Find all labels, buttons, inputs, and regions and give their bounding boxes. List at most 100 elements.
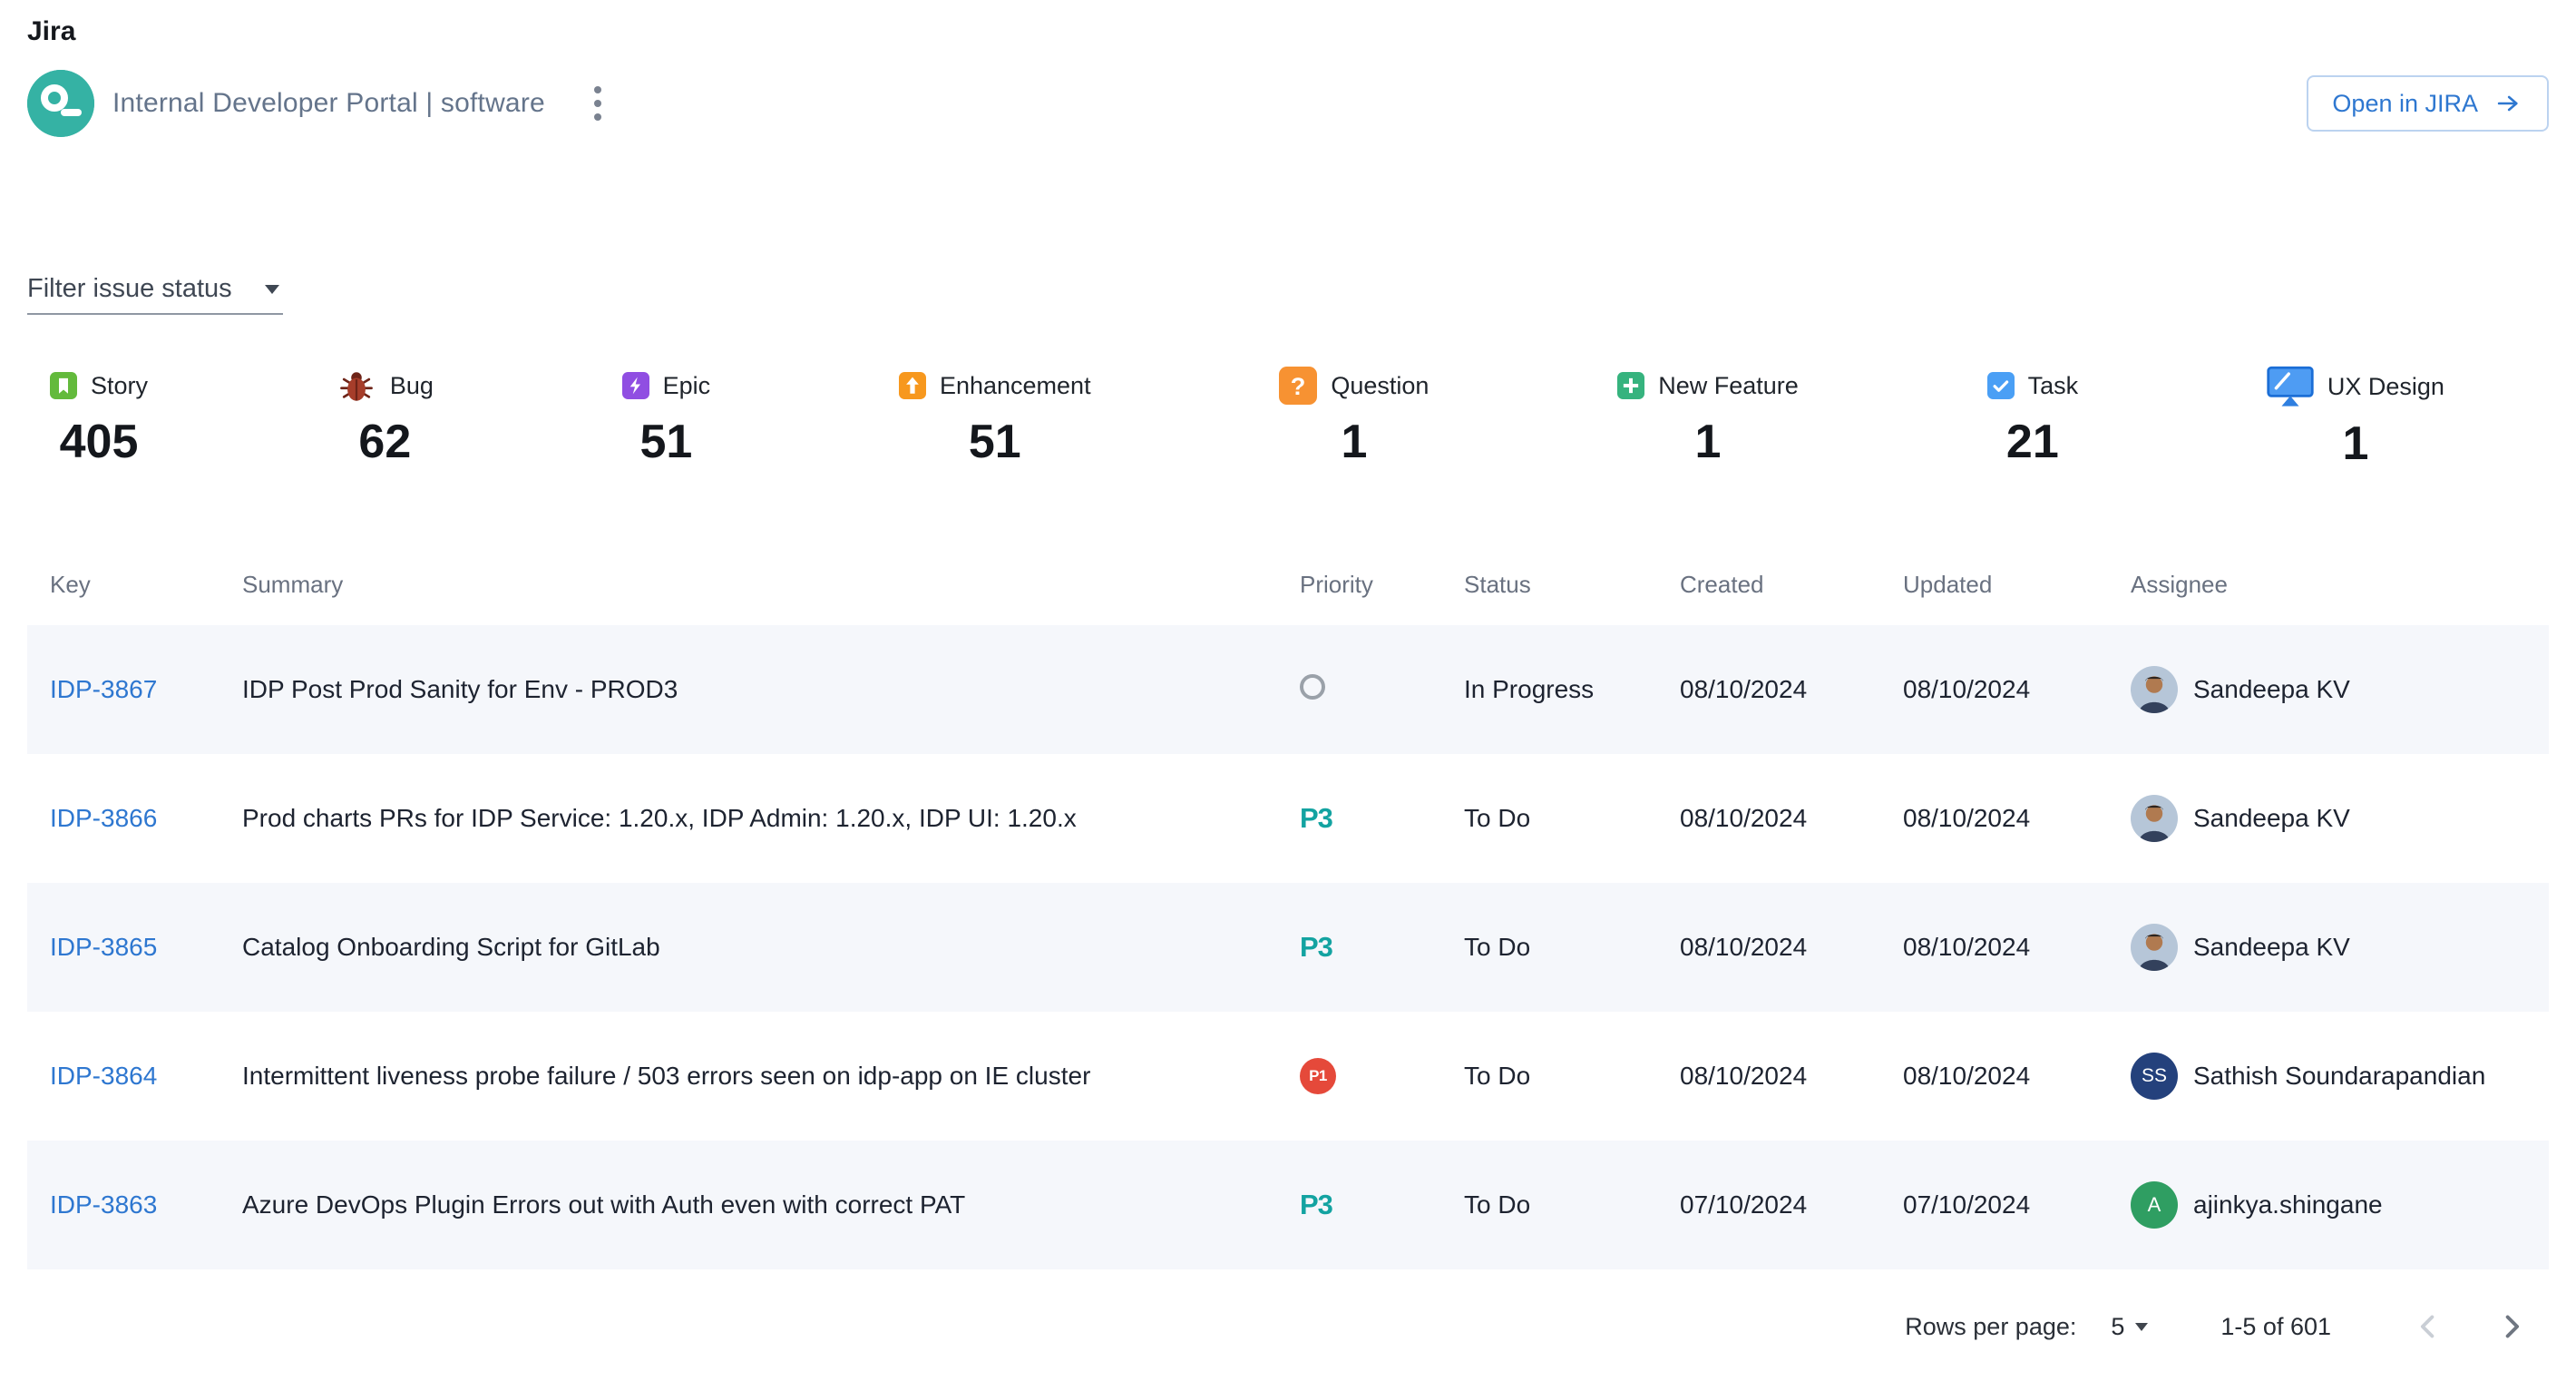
stat-count: 1	[2342, 416, 2368, 471]
issue-key-link[interactable]: IDP-3866	[50, 804, 157, 832]
priority-p3-icon: P3	[1300, 1189, 1332, 1220]
issue-key-link[interactable]: IDP-3865	[50, 933, 157, 961]
open-in-jira-button[interactable]: Open in JIRA	[2307, 75, 2549, 132]
issue-key-link[interactable]: IDP-3867	[50, 675, 157, 703]
arrow-right-icon	[2493, 91, 2523, 116]
issue-summary: Azure DevOps Plugin Errors out with Auth…	[242, 1190, 1300, 1219]
chevron-down-icon	[265, 285, 279, 294]
assignee-cell: Sandeepa KV	[2131, 666, 2549, 713]
assignee-name: Sathish Soundarapandian	[2193, 1062, 2485, 1091]
column-header-summary: Summary	[242, 571, 1300, 599]
stat-count: 51	[969, 415, 1021, 469]
chevron-down-icon	[2135, 1323, 2148, 1331]
issue-status: To Do	[1464, 933, 1680, 962]
assignee-name: ajinkya.shingane	[2193, 1190, 2383, 1219]
issue-summary: Prod charts PRs for IDP Service: 1.20.x,…	[242, 804, 1300, 833]
column-header-key: Key	[50, 571, 242, 599]
project-header: Internal Developer Portal | software Ope…	[27, 69, 2549, 138]
table-row: IDP-3866 Prod charts PRs for IDP Service…	[27, 754, 2549, 883]
assignee-cell: Sandeepa KV	[2131, 795, 2549, 842]
priority-p3-icon: P3	[1300, 931, 1332, 963]
assignee-name: Sandeepa KV	[2193, 675, 2350, 704]
stat-count: 1	[1341, 415, 1367, 469]
project-name: Internal Developer Portal | software	[112, 88, 545, 119]
next-page-button[interactable]	[2493, 1308, 2531, 1346]
ux-design-icon	[2267, 366, 2314, 407]
column-header-assignee: Assignee	[2131, 571, 2549, 599]
issue-updated: 07/10/2024	[1903, 1190, 2131, 1219]
stat-count: 405	[60, 415, 139, 469]
assignee-name: Sandeepa KV	[2193, 804, 2350, 833]
issue-summary: Intermittent liveness probe failure / 50…	[242, 1062, 1300, 1091]
assignee-name: Sandeepa KV	[2193, 933, 2350, 962]
rows-per-page-select[interactable]: 5	[2111, 1313, 2148, 1341]
stat-count: 1	[1695, 415, 1722, 469]
stat-task: Task 21	[1987, 366, 2079, 469]
issue-created: 08/10/2024	[1680, 804, 1903, 833]
priority-p3-icon: P3	[1300, 802, 1332, 834]
assignee-cell: SS Sathish Soundarapandian	[2131, 1053, 2549, 1100]
priority-none-icon	[1300, 674, 1325, 700]
stat-story: Story 405	[50, 366, 148, 469]
table-row: IDP-3865 Catalog Onboarding Script for G…	[27, 883, 2549, 1012]
column-header-created: Created	[1680, 571, 1903, 599]
table-row: IDP-3867 IDP Post Prod Sanity for Env - …	[27, 625, 2549, 754]
issue-updated: 08/10/2024	[1903, 804, 2131, 833]
column-header-status: Status	[1464, 571, 1680, 599]
issue-updated: 08/10/2024	[1903, 1062, 2131, 1091]
jira-project-avatar-icon	[27, 70, 94, 137]
previous-page-button[interactable]	[2409, 1308, 2447, 1346]
issue-type-stats: Story 405 Bug	[27, 366, 2549, 471]
task-icon	[1987, 372, 2015, 399]
avatar: A	[2131, 1181, 2178, 1229]
filter-issue-status-label: Filter issue status	[27, 274, 232, 304]
issues-table: Key Summary Priority Status Created Upda…	[27, 544, 2549, 1269]
stat-epic: Epic 51	[622, 366, 711, 469]
stat-count: 21	[2006, 415, 2059, 469]
new-feature-icon	[1617, 372, 1644, 399]
pagination-range: 1-5 of 601	[2220, 1313, 2331, 1341]
table-row: IDP-3864 Intermittent liveness probe fai…	[27, 1012, 2549, 1141]
story-icon	[50, 372, 77, 399]
avatar	[2131, 924, 2178, 971]
issue-key-link[interactable]: IDP-3863	[50, 1190, 157, 1219]
issue-created: 08/10/2024	[1680, 933, 1903, 962]
issue-summary: IDP Post Prod Sanity for Env - PROD3	[242, 675, 1300, 704]
column-header-priority: Priority	[1300, 571, 1464, 599]
open-in-jira-label: Open in JIRA	[2332, 90, 2478, 118]
issue-summary: Catalog Onboarding Script for GitLab	[242, 933, 1300, 962]
stat-new-feature: New Feature 1	[1617, 366, 1799, 469]
avatar	[2131, 666, 2178, 713]
svg-text:?: ?	[1291, 372, 1306, 400]
stat-count: 62	[358, 415, 411, 469]
page-title: Jira	[27, 15, 2549, 49]
assignee-cell: Sandeepa KV	[2131, 924, 2549, 971]
filter-issue-status-select[interactable]: Filter issue status	[27, 274, 283, 315]
issue-key-link[interactable]: IDP-3864	[50, 1062, 157, 1090]
table-row: IDP-3863 Azure DevOps Plugin Errors out …	[27, 1141, 2549, 1269]
jira-card: Jira Internal Developer Portal | softwar…	[0, 0, 2576, 1346]
kebab-menu-icon[interactable]	[589, 81, 607, 126]
issue-status: To Do	[1464, 1062, 1680, 1091]
stat-bug: Bug 62	[337, 366, 434, 469]
pagination-bar: Rows per page: 5 1-5 of 601	[27, 1308, 2549, 1346]
rows-per-page-label: Rows per page:	[1905, 1313, 2076, 1341]
rows-per-page-value: 5	[2111, 1313, 2124, 1341]
question-icon: ?	[1279, 367, 1317, 405]
issue-status: To Do	[1464, 804, 1680, 833]
enhancement-icon	[899, 372, 926, 399]
column-header-updated: Updated	[1903, 571, 2131, 599]
assignee-cell: A ajinkya.shingane	[2131, 1181, 2549, 1229]
issue-updated: 08/10/2024	[1903, 675, 2131, 704]
bug-icon	[337, 366, 376, 406]
table-header-row: Key Summary Priority Status Created Upda…	[27, 544, 2549, 625]
issue-created: 08/10/2024	[1680, 1062, 1903, 1091]
issue-created: 08/10/2024	[1680, 675, 1903, 704]
stat-enhancement: Enhancement 51	[899, 366, 1091, 469]
priority-p1-icon: P1	[1300, 1058, 1336, 1094]
issue-updated: 08/10/2024	[1903, 933, 2131, 962]
stat-ux-design: UX Design 1	[2267, 366, 2444, 471]
stat-question: ? Question 1	[1279, 366, 1429, 469]
stat-count: 51	[639, 415, 692, 469]
avatar: SS	[2131, 1053, 2178, 1100]
